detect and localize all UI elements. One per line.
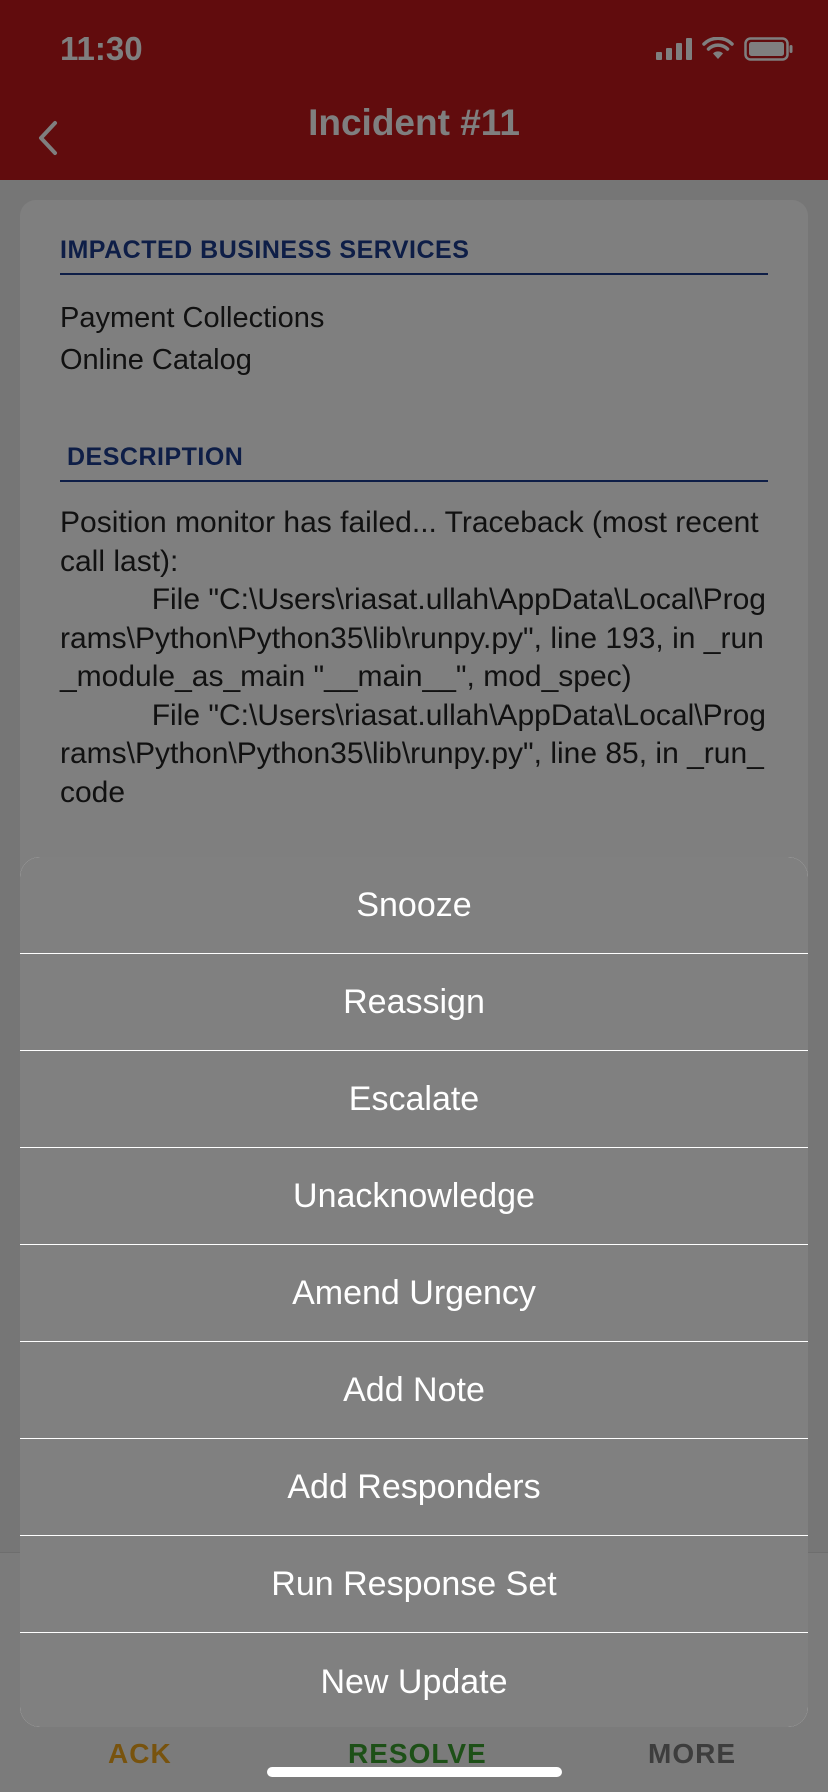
action-sheet: Snooze Reassign Escalate Unacknowledge A… (20, 857, 808, 1727)
add-responders-button[interactable]: Add Responders (20, 1439, 808, 1535)
add-note-button[interactable]: Add Note (20, 1342, 808, 1438)
reassign-button[interactable]: Reassign (20, 954, 808, 1050)
run-response-set-button[interactable]: Run Response Set (20, 1536, 808, 1632)
amend-urgency-button[interactable]: Amend Urgency (20, 1245, 808, 1341)
escalate-button[interactable]: Escalate (20, 1051, 808, 1147)
home-indicator[interactable] (267, 1767, 562, 1777)
unacknowledge-button[interactable]: Unacknowledge (20, 1148, 808, 1244)
new-update-button[interactable]: New Update (20, 1633, 808, 1727)
snooze-button[interactable]: Snooze (20, 857, 808, 953)
